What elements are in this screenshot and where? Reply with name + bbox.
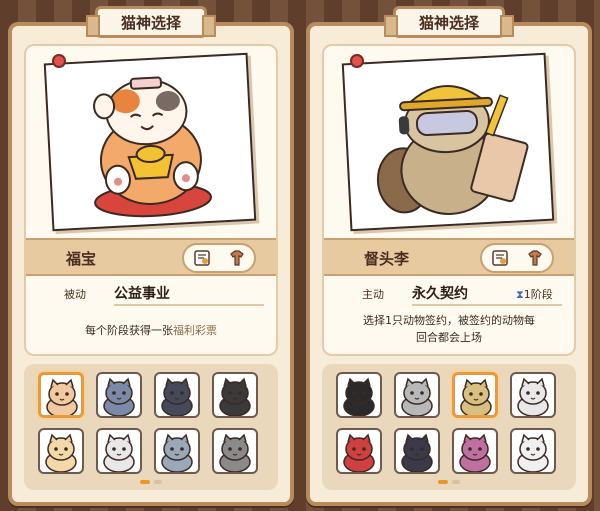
cat-face-icon	[46, 378, 78, 415]
cat-selection-grid	[322, 364, 576, 490]
skill-type: 被动	[64, 288, 86, 301]
skill-row: 被动 公益事业	[26, 282, 276, 306]
stage-label: ⧗1阶段	[516, 286, 553, 302]
cat-face-icon	[517, 377, 549, 416]
cat-thumbnail[interactable]	[336, 372, 382, 418]
stage-text: 1阶段	[523, 288, 553, 301]
cat-face-icon	[103, 433, 135, 472]
cat-face-icon	[219, 433, 251, 472]
cat-thumbnail[interactable]	[452, 428, 498, 474]
page-dot-active	[140, 480, 150, 484]
cat-face-icon	[45, 433, 77, 472]
cat-thumbnail[interactable]	[394, 372, 440, 418]
skill-description: 选择1只动物签约，被签约的动物每 回合都会上场	[336, 312, 562, 346]
cat-god-panel-left: 猫神选择 福宝 被动 公益事业 每个阶段获得一张福利彩票	[8, 6, 294, 506]
skill-name: 永久契约	[412, 286, 468, 302]
character-name: 福宝	[66, 250, 97, 268]
divider	[114, 304, 264, 306]
character-portrait	[341, 52, 555, 232]
pin-icon	[350, 54, 364, 68]
cat-god-panel-right: 猫神选择 督头李 主动 永久契约 ⧗1阶段 选择1只动物签约，被签约的动物每 回…	[306, 6, 592, 506]
cat-face-icon	[460, 378, 492, 415]
cat-thumbnail[interactable]	[336, 428, 382, 474]
desc-text: 选择1只动物签约，被签约的动物每	[363, 314, 535, 327]
panel-title: 猫神选择	[86, 6, 216, 38]
page-dot	[452, 480, 460, 484]
skill-description: 每个阶段获得一张福利彩票	[38, 322, 264, 339]
cat-face-icon	[401, 433, 433, 472]
desc-text-2: 回合都会上场	[416, 331, 482, 344]
name-bar: 福宝	[26, 238, 276, 276]
character-portrait	[43, 52, 257, 232]
cat-thumbnail[interactable]	[212, 428, 258, 474]
cat-thumbnail[interactable]	[452, 372, 498, 418]
cat-face-icon	[161, 377, 193, 416]
cat-face-icon	[343, 377, 375, 416]
cat-thumbnail[interactable]	[38, 372, 84, 418]
character-card: 督头李 主动 永久契约 ⧗1阶段 选择1只动物签约，被签约的动物每 回合都会上场	[322, 44, 576, 356]
character-name: 督头李	[364, 250, 410, 268]
cat-thumbnail[interactable]	[510, 428, 556, 474]
cat-face-icon	[401, 377, 433, 416]
contract-icon[interactable]	[490, 248, 510, 268]
shirt-icon[interactable]	[525, 248, 545, 268]
name-bar: 督头李	[324, 238, 574, 276]
cat-thumbnail[interactable]	[154, 372, 200, 418]
cat-face-icon	[103, 377, 135, 416]
divider	[412, 304, 562, 306]
panel-title: 猫神选择	[384, 6, 514, 38]
cat-thumbnail[interactable]	[96, 428, 142, 474]
cat-thumbnail[interactable]	[510, 372, 556, 418]
character-card: 福宝 被动 公益事业 每个阶段获得一张福利彩票	[24, 44, 278, 356]
desc-text: 每个阶段获得一张	[85, 324, 173, 337]
page-dot	[154, 480, 162, 484]
cat-thumbnail[interactable]	[96, 372, 142, 418]
cat-face-icon	[161, 433, 193, 472]
shirt-icon[interactable]	[227, 248, 247, 268]
desc-highlight: 福利彩票	[173, 324, 217, 337]
cat-face-icon	[459, 433, 491, 472]
cat-thumbnail[interactable]	[212, 372, 258, 418]
cat-thumbnail[interactable]	[394, 428, 440, 474]
badge-group	[480, 243, 554, 273]
page-indicator	[24, 480, 278, 484]
hourglass-icon: ⧗	[516, 288, 524, 301]
page-dot-active	[438, 480, 448, 484]
certificate-icon[interactable]	[192, 248, 212, 268]
pin-icon	[52, 54, 66, 68]
cat-thumbnail[interactable]	[38, 428, 84, 474]
cat-face-icon	[219, 377, 251, 416]
skill-name: 公益事业	[114, 286, 170, 302]
cat-thumbnail[interactable]	[154, 428, 200, 474]
badge-group	[182, 243, 256, 273]
cat-face-icon	[517, 433, 549, 472]
cat-face-icon	[343, 433, 375, 472]
page-indicator	[322, 480, 576, 484]
skill-type: 主动	[362, 288, 384, 301]
skill-row: 主动 永久契约 ⧗1阶段	[324, 282, 574, 306]
cat-selection-grid	[24, 364, 278, 490]
